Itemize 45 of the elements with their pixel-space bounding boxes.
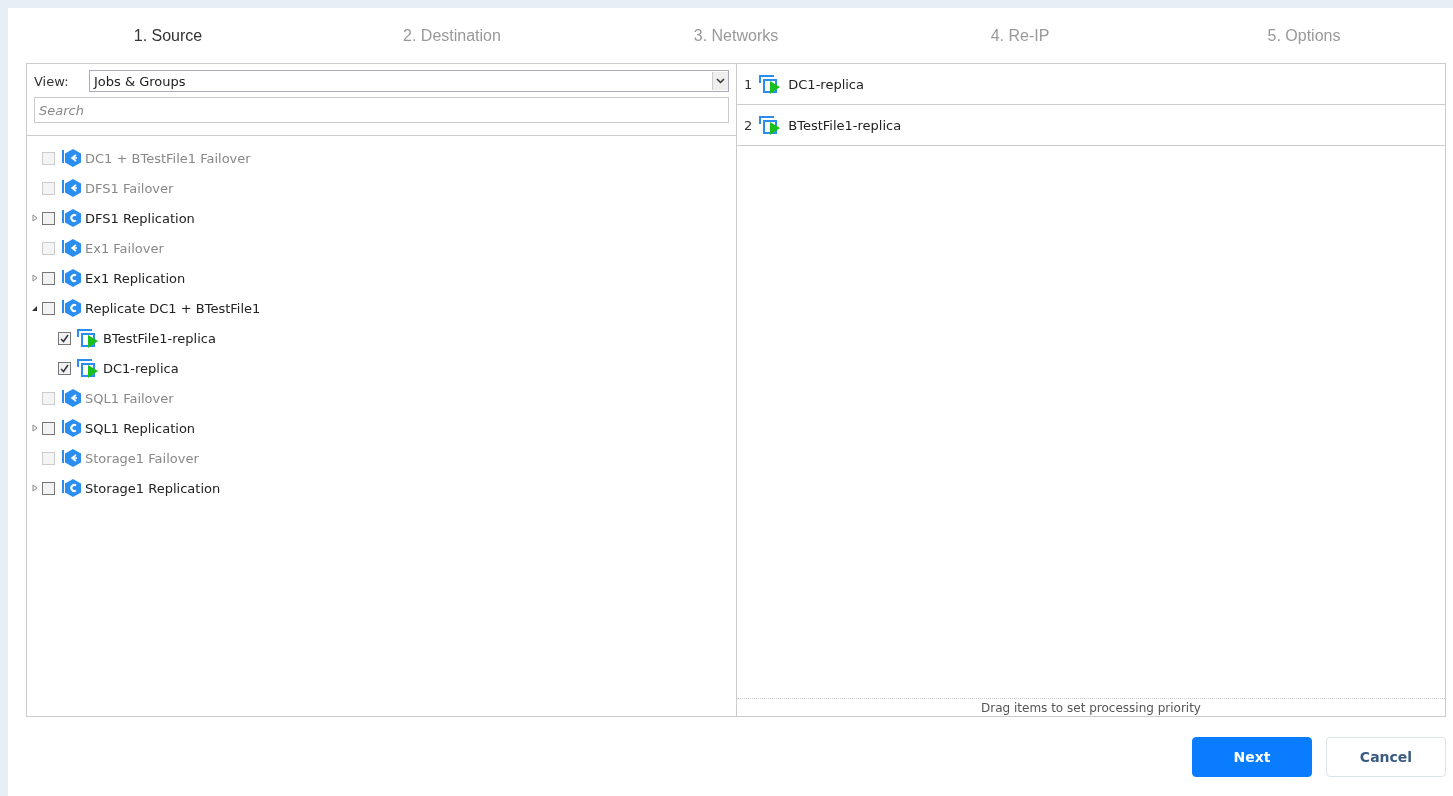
priority-item-label: BTestFile1-replica xyxy=(788,117,902,133)
expand-arrow-icon[interactable] xyxy=(32,214,38,222)
tree-item-label[interactable]: Replicate DC1 + BTestFile1 xyxy=(85,300,261,316)
replication-job-icon xyxy=(60,477,82,499)
tree-item-label[interactable]: BTestFile1-replica xyxy=(103,330,216,346)
priority-number: 2 xyxy=(744,117,753,133)
view-dropdown[interactable]: Jobs & Groups xyxy=(89,70,729,92)
cancel-button[interactable]: Cancel xyxy=(1326,737,1446,777)
tree-item-label[interactable]: DFS1 Replication xyxy=(85,210,195,226)
next-button[interactable]: Next xyxy=(1192,737,1312,777)
expand-arrow-icon[interactable] xyxy=(32,274,38,282)
checkbox[interactable] xyxy=(42,421,55,435)
failover-job-icon xyxy=(60,147,82,169)
replication-job-icon xyxy=(60,417,82,439)
failover-job-icon xyxy=(60,177,82,199)
vm-replica-icon xyxy=(76,327,100,349)
replication-job-icon xyxy=(60,207,82,229)
tree-item-label[interactable]: Storage1 Replication xyxy=(85,480,221,496)
checkbox[interactable] xyxy=(42,301,55,315)
priority-row[interactable]: 2 BTestFile1-replica xyxy=(737,105,1445,146)
priority-number: 1 xyxy=(744,76,753,92)
checkbox[interactable] xyxy=(42,211,55,225)
view-label: View: xyxy=(34,73,70,89)
priority-item-label: DC1-replica xyxy=(788,76,864,92)
tree-item-label[interactable]: SQL1 Replication xyxy=(85,420,196,436)
replication-job-icon xyxy=(60,297,82,319)
expand-arrow-icon[interactable] xyxy=(32,424,38,432)
failover-job-icon xyxy=(60,237,82,259)
vm-replica-icon xyxy=(76,357,100,379)
dropdown-caret-icon[interactable] xyxy=(712,72,728,90)
search-field[interactable]: Search xyxy=(34,97,729,123)
checkbox[interactable] xyxy=(58,331,71,345)
replication-job-icon xyxy=(60,267,82,289)
expand-arrow-icon[interactable] xyxy=(32,484,38,492)
tree-item-label[interactable]: Ex1 Replication xyxy=(85,270,186,286)
checkbox[interactable] xyxy=(42,481,55,495)
wizard-step-tab[interactable]: 1. Source xyxy=(26,26,310,45)
failover-job-icon xyxy=(60,447,82,469)
collapse-arrow-icon[interactable] xyxy=(32,304,38,312)
failover-job-icon xyxy=(60,387,82,409)
checkbox[interactable] xyxy=(58,361,71,375)
checkbox[interactable] xyxy=(42,271,55,285)
priority-row[interactable]: 1 DC1-replica xyxy=(737,64,1445,105)
priority-hint: Drag items to set processing priority xyxy=(737,698,1445,716)
tree-item-label[interactable]: DC1-replica xyxy=(103,360,179,376)
